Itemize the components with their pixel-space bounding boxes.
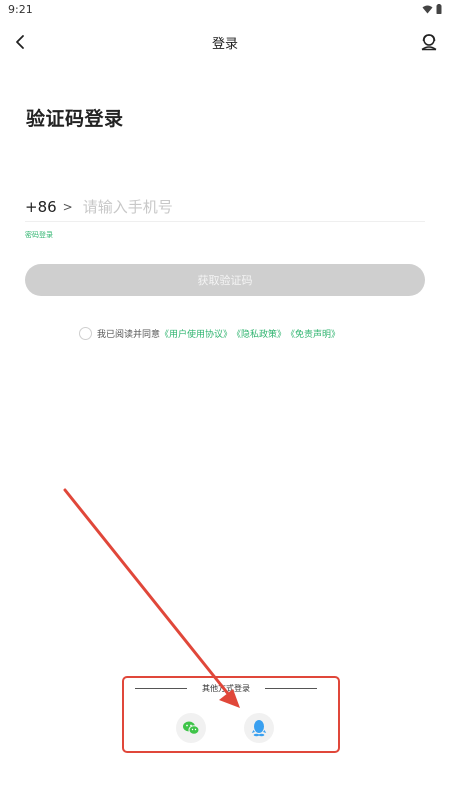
agreement-text: 我已阅读并同意 (97, 329, 161, 340)
disclaimer-link[interactable]: 《免责声明》 (286, 327, 340, 340)
get-code-button[interactable]: 获取验证码 (25, 264, 425, 296)
country-code-value: +86 (25, 198, 57, 216)
battery-icon (436, 4, 442, 14)
wifi-icon (422, 5, 433, 13)
user-agreement-link[interactable]: 《用户使用协议》 (160, 327, 232, 340)
status-icons (422, 4, 442, 14)
country-code-selector[interactable]: +86 > (25, 198, 73, 216)
status-bar: 9:21 (0, 0, 450, 18)
customer-service-icon (421, 34, 437, 51)
customer-service-button[interactable] (416, 29, 442, 55)
phone-row: +86 > (25, 193, 425, 222)
annotation-highlight-box (122, 676, 340, 753)
agreement-checkbox[interactable] (79, 326, 92, 340)
top-bar: 登录 (0, 24, 450, 60)
status-time: 9:21 (8, 2, 33, 16)
phone-input[interactable] (82, 198, 383, 216)
password-login-link[interactable]: 密码登录 (25, 230, 53, 240)
chevron-right-icon: > (62, 200, 73, 214)
privacy-policy-link[interactable]: 《隐私政策》 (232, 327, 286, 340)
page-title: 登录 (211, 37, 238, 52)
agreement-row: 我已阅读并同意 《用户使用协议》 《隐私政策》 《免责声明》 (79, 325, 340, 341)
login-heading: 验证码登录 (26, 108, 124, 130)
login-page: 9:21 登录 验证码登录 +86 > 请输入手机号 密码登录 获取验证码 我已… (0, 0, 450, 800)
